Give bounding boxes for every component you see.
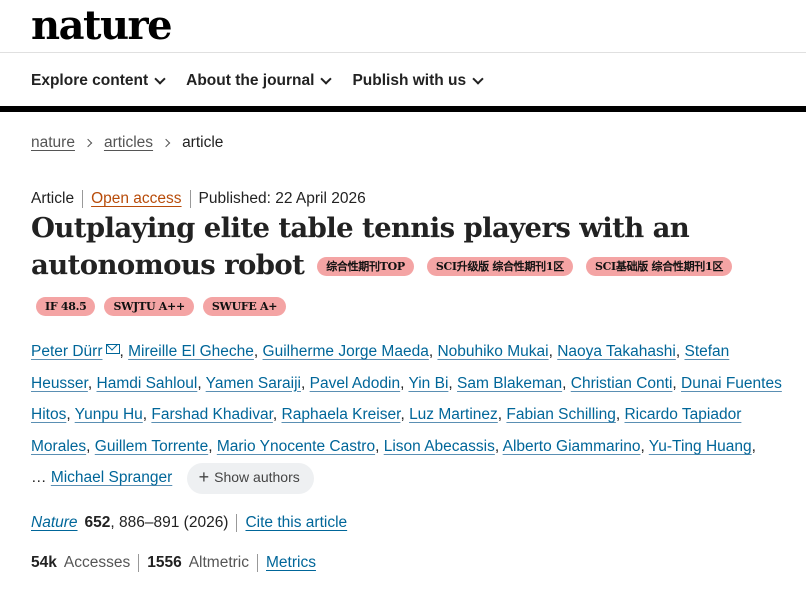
meta-separator [189, 190, 191, 208]
metrics-link[interactable]: Metrics [266, 554, 316, 572]
author-link[interactable]: Fabian Schilling [506, 406, 615, 423]
volume-number: 652 [84, 514, 111, 531]
author-link[interactable]: Pavel Adodin [310, 375, 401, 392]
author-link[interactable]: Peter Dürr [31, 343, 103, 360]
journal-rank-badge: 综合性期刊TOP [317, 257, 414, 276]
stats-separator [138, 554, 140, 572]
accesses-count: 54k [31, 554, 57, 571]
author-link[interactable]: Nobuhiko Mukai [437, 343, 548, 360]
journal-rank-badge: SCI基础版 综合性期刊1区 [585, 257, 733, 276]
author-link[interactable]: Yin Bi [408, 375, 448, 392]
author-link[interactable]: Yunpu Hu [75, 406, 143, 423]
author-link[interactable]: Michael Spranger [51, 469, 172, 486]
cite-this-article-link[interactable]: Cite this article [245, 514, 347, 532]
chevron-down-icon [472, 73, 484, 85]
breadcrumb-current: article [182, 134, 224, 151]
show-authors-label: Show authors [214, 469, 300, 486]
author-link[interactable]: Hamdi Sahloul [97, 375, 198, 392]
article-title: Outplaying elite table tennis players wi… [31, 210, 791, 284]
author-link[interactable]: Lison Abecassis [384, 438, 495, 455]
journal-rank-badge: SWJTU A++ [104, 297, 194, 316]
accesses-label: Accesses [63, 554, 131, 571]
article-stats: 54k Accesses 1556 Altmetric Metrics [31, 554, 316, 572]
impact-factor-badge: IF 48.5 [36, 297, 96, 316]
title-line-2: autonomous robot [31, 249, 305, 281]
author-link[interactable]: Christian Conti [571, 375, 673, 392]
author-list: Peter Dürr, Mireille El Gheche, Guilherm… [31, 336, 791, 494]
journal-rank-badge: SWUFE A+ [202, 297, 287, 316]
email-icon[interactable] [105, 344, 120, 354]
open-access-link[interactable]: Open access [91, 190, 181, 208]
author-link[interactable]: Sam Blakeman [457, 375, 562, 392]
author-link[interactable]: Alberto Giammarino [503, 438, 641, 455]
article-meta: Article Open access Published: 22 April … [31, 190, 366, 208]
breadcrumb-link-articles[interactable]: articles [104, 134, 153, 152]
author-link[interactable]: Yu-Ting Huang [649, 438, 752, 455]
author-link[interactable]: Mario Ynocente Castro [217, 438, 375, 455]
journal-link[interactable]: Nature [31, 514, 78, 532]
title-line-1: Outplaying elite table tennis players wi… [31, 212, 690, 244]
author-link[interactable]: Naoya Takahashi [557, 343, 676, 360]
journal-badges-row: IF 48.5 SWJTU A++ SWUFE A+ [36, 297, 295, 316]
nav-about-journal[interactable]: About the journal [186, 72, 333, 90]
page-range: , 886–891 (2026) [110, 514, 229, 531]
nav-label: About the journal [186, 72, 315, 89]
article-type: Article [31, 190, 75, 207]
chevron-down-icon [154, 73, 166, 85]
citation-separator [236, 514, 238, 532]
nav-publish-with-us[interactable]: Publish with us [352, 72, 484, 90]
meta-separator [82, 190, 84, 208]
author-link[interactable]: Mireille El Gheche [128, 343, 254, 360]
main-nav: Explore content About the journal Publis… [31, 70, 504, 92]
chevron-down-icon [320, 73, 333, 85]
nav-label: Explore content [31, 72, 149, 89]
author-ellipsis: … [31, 469, 47, 487]
author-link[interactable]: Luz Martinez [409, 406, 498, 423]
breadcrumb: nature articles article [31, 134, 223, 152]
author-link[interactable]: Raphaela Kreiser [282, 406, 401, 423]
nav-label: Publish with us [352, 72, 467, 89]
author-link[interactable]: Yamen Saraiji [206, 375, 301, 392]
breadcrumb-link-nature[interactable]: nature [31, 134, 75, 152]
altmetric-label: Altmetric [188, 554, 249, 571]
plus-icon: + [198, 467, 210, 488]
nav-explore-content[interactable]: Explore content [31, 72, 166, 90]
altmetric-score: 1556 [147, 554, 182, 571]
citation-line: Nature 652 , 886–891 (2026) Cite this ar… [31, 514, 347, 532]
nav-divider [0, 106, 806, 112]
chevron-right-icon [161, 138, 171, 148]
author-link[interactable]: Guillem Torrente [95, 438, 208, 455]
author-link[interactable]: Farshad Khadivar [151, 406, 273, 423]
chevron-right-icon [83, 138, 93, 148]
stats-separator [257, 554, 258, 572]
nature-logo[interactable]: nature [31, 4, 173, 48]
journal-rank-badge: SCI升级版 综合性期刊1区 [426, 257, 573, 276]
header-divider [0, 52, 806, 53]
published-date: Published: 22 April 2026 [198, 190, 366, 207]
show-authors-button[interactable]: + Show authors [186, 462, 314, 494]
author-link[interactable]: Guilherme Jorge Maeda [263, 343, 429, 360]
